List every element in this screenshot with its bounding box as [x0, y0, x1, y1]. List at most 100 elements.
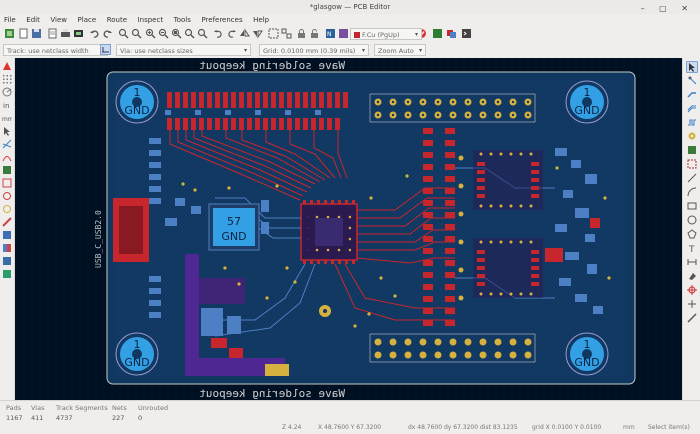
- menu-tools[interactable]: Tools: [170, 14, 195, 26]
- stat-pads: Pads 1167: [6, 404, 23, 422]
- menu-inspect[interactable]: Inspect: [134, 14, 168, 26]
- find-replace-icon[interactable]: [131, 28, 142, 39]
- relative-position: dx 48.7600 dy 67.3200 dist 83.1235: [408, 424, 518, 431]
- board-setup-icon[interactable]: [4, 28, 15, 39]
- ungroup-icon[interactable]: [281, 28, 292, 39]
- menu-bar: File Edit View Place Route Inspect Tools…: [0, 14, 700, 26]
- track-sketch-icon[interactable]: [2, 217, 12, 227]
- track-width-label: Track: use netclass width: [7, 47, 89, 55]
- group-icon[interactable]: [268, 28, 279, 39]
- polar-coords-icon[interactable]: [2, 87, 12, 97]
- unlock-icon[interactable]: [309, 28, 320, 39]
- measure-tool-icon[interactable]: [687, 313, 697, 323]
- cursor-full-icon[interactable]: [2, 126, 12, 136]
- zoom-selection-icon[interactable]: [197, 28, 208, 39]
- microwave-icon[interactable]: [2, 269, 12, 279]
- flip-icon[interactable]: [239, 28, 250, 39]
- mount-hole-net: GND: [124, 104, 149, 117]
- net-color-icon[interactable]: [2, 243, 12, 253]
- grid-origin-icon[interactable]: [687, 299, 697, 309]
- schematic-update-icon[interactable]: [338, 28, 349, 39]
- mount-hole-net: GND: [124, 356, 149, 369]
- autosize-track-icon[interactable]: [100, 44, 111, 55]
- high-contrast-icon[interactable]: [2, 230, 12, 240]
- page-settings-icon[interactable]: [47, 28, 58, 39]
- draw-circle-icon[interactable]: [687, 215, 697, 225]
- select-tool-icon[interactable]: [686, 61, 698, 73]
- rotate-ccw-icon[interactable]: [213, 28, 224, 39]
- menu-file[interactable]: File: [0, 14, 20, 26]
- add-via-icon[interactable]: [687, 131, 697, 141]
- tune-length-icon[interactable]: [687, 117, 697, 127]
- zone-fill-icon[interactable]: [2, 165, 12, 175]
- fill-zones-icon[interactable]: [432, 28, 443, 39]
- via-sketch-icon[interactable]: [2, 204, 12, 214]
- mount-hole-net: GND: [574, 104, 599, 117]
- menu-route[interactable]: Route: [103, 14, 131, 26]
- jumper-pad: [265, 364, 277, 376]
- new-board-icon[interactable]: [18, 28, 29, 39]
- zone-outline-icon[interactable]: [2, 178, 12, 188]
- main-toolbar: N F.Cu (PgUp) ▾: [0, 26, 700, 43]
- local-ratsnest-icon[interactable]: [687, 75, 697, 85]
- draw-line-icon[interactable]: [687, 173, 697, 183]
- grid-select[interactable]: Grid: 0.0100 mm (0.39 mils) ▾: [259, 44, 369, 56]
- track-width-select[interactable]: Track: use netclass width▾: [3, 44, 108, 56]
- search-icon[interactable]: [118, 28, 129, 39]
- zoom-out-icon[interactable]: [158, 28, 169, 39]
- keepout-label-top: Wave soldering keepout: [199, 59, 345, 72]
- zoom-in-icon[interactable]: [145, 28, 156, 39]
- ratsnest-icon[interactable]: [2, 139, 12, 149]
- ratsnest-curved-icon[interactable]: [2, 152, 12, 162]
- add-zone-icon[interactable]: [687, 145, 697, 155]
- route-track-icon[interactable]: [687, 89, 697, 99]
- grid-toggle-icon[interactable]: [2, 74, 12, 84]
- undo-icon[interactable]: [89, 28, 100, 39]
- mount-hole-number: 1: [584, 86, 591, 99]
- netlist-icon[interactable]: N: [325, 28, 336, 39]
- menu-view[interactable]: View: [46, 14, 71, 26]
- svg-text:in: in: [3, 102, 9, 110]
- add-dimension-icon[interactable]: [687, 257, 697, 267]
- stat-nets: Nets 227: [112, 404, 127, 422]
- menu-place[interactable]: Place: [74, 14, 101, 26]
- mirror-icon[interactable]: [252, 28, 263, 39]
- set-origin-icon[interactable]: [687, 285, 697, 295]
- menu-edit[interactable]: Edit: [22, 14, 44, 26]
- units-readout: mm: [623, 424, 635, 431]
- mount-hole-bl: 1 GND: [115, 332, 159, 376]
- print-icon[interactable]: [60, 28, 71, 39]
- layer-pair-icon[interactable]: [446, 28, 457, 39]
- stat-pads-value: 1167: [6, 414, 23, 422]
- pad-sketch-icon[interactable]: [2, 191, 12, 201]
- rotate-cw-icon[interactable]: [226, 28, 237, 39]
- active-layer-select[interactable]: F.Cu (PgUp) ▾: [350, 28, 422, 40]
- menu-preferences[interactable]: Preferences: [197, 14, 246, 26]
- zoom-objects-icon[interactable]: [184, 28, 195, 39]
- drc-marker-icon[interactable]: [2, 61, 12, 71]
- units-mm-icon[interactable]: mm: [2, 113, 14, 123]
- scripting-console-icon[interactable]: [461, 28, 472, 39]
- mount-hole-tl: 1 GND: [115, 80, 159, 124]
- save-icon[interactable]: [31, 28, 42, 39]
- add-text-icon[interactable]: T: [687, 243, 697, 255]
- add-rule-area-icon[interactable]: [687, 159, 697, 169]
- draw-polygon-icon[interactable]: [687, 229, 697, 239]
- via-size-select[interactable]: Via: use netclass sizes ▾: [116, 44, 251, 56]
- right-toolbar: T: [682, 58, 700, 400]
- layers-manager-icon[interactable]: [2, 256, 12, 266]
- stat-vias-value: 411: [31, 414, 44, 422]
- lock-icon[interactable]: [296, 28, 307, 39]
- menu-help[interactable]: Help: [249, 14, 273, 26]
- zoom-fit-icon[interactable]: [171, 28, 182, 39]
- chevron-down-icon: ▾: [414, 31, 418, 38]
- plot-icon[interactable]: [73, 28, 84, 39]
- zoom-select[interactable]: Zoom Auto ▾: [374, 44, 426, 56]
- redo-icon[interactable]: [102, 28, 113, 39]
- pcb-canvas[interactable]: Wave soldering keepout Wave soldering ke…: [15, 58, 682, 400]
- route-diff-pair-icon[interactable]: [687, 103, 697, 113]
- delete-tool-icon[interactable]: [687, 271, 697, 281]
- draw-arc-icon[interactable]: [687, 187, 697, 197]
- draw-rectangle-icon[interactable]: [687, 201, 697, 211]
- units-inch-icon[interactable]: in: [2, 100, 12, 110]
